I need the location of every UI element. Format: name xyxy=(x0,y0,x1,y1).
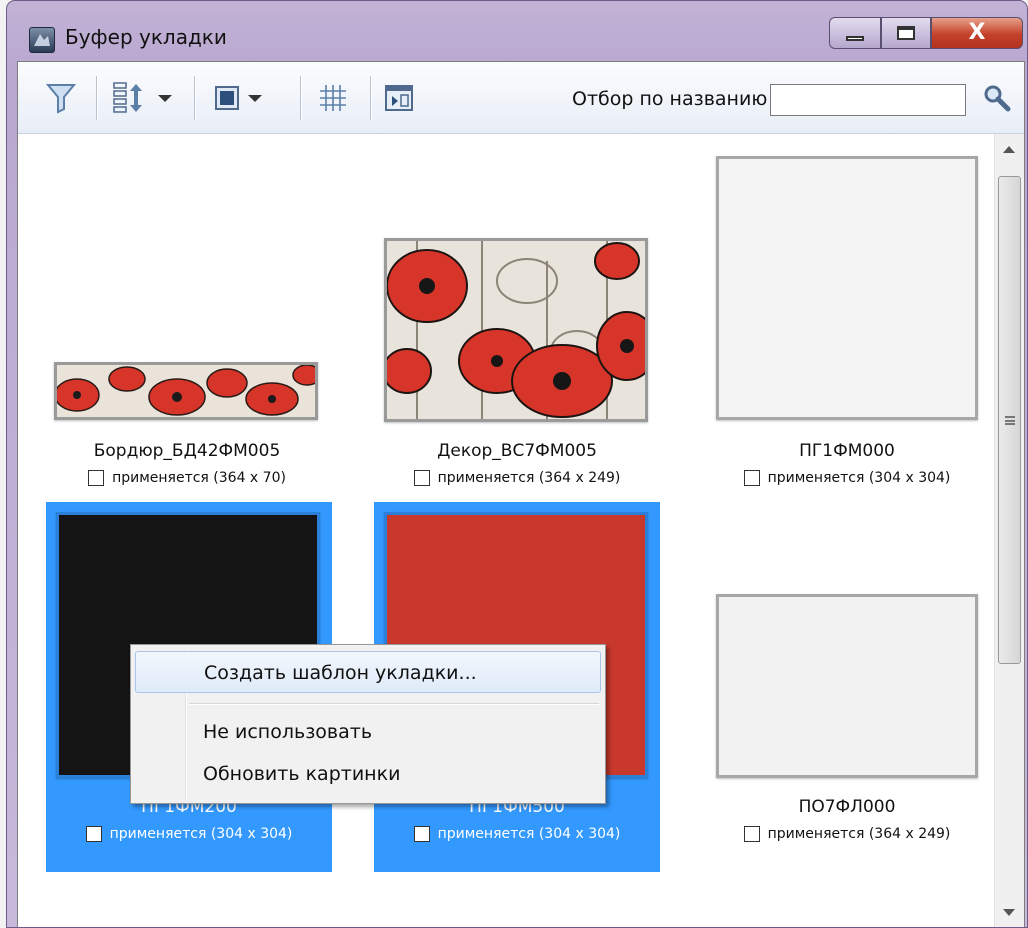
tile-name: ПО7ФЛ000 xyxy=(798,797,896,817)
grid-icon xyxy=(320,85,346,111)
chevron-down-icon xyxy=(248,94,262,102)
tile-info: применяется (364 x 249) xyxy=(704,826,990,842)
app-icon xyxy=(29,27,55,53)
tile-item[interactable]: ПГ1ФМ000 применяется (304 x 304) xyxy=(704,146,990,516)
tile-info: применяется (304 x 304) xyxy=(46,826,332,842)
scroll-down-icon[interactable] xyxy=(1003,909,1015,916)
tile-name: Декор_ВС7ФМ005 xyxy=(437,441,597,461)
tile-info-label: применяется (304 x 304) xyxy=(767,470,951,486)
apply-layout-button[interactable] xyxy=(384,78,414,118)
tile-item[interactable]: Бордюр_БД42ФМ005 применяется (364 x 70) xyxy=(44,146,330,516)
tile-thumbnail xyxy=(716,594,978,778)
apply-checkbox[interactable] xyxy=(413,826,430,842)
close-icon: X xyxy=(968,20,986,45)
tile-info-label: применяется (364 x 249) xyxy=(767,826,951,842)
vertical-scrollbar[interactable] xyxy=(994,134,1024,927)
grip-icon xyxy=(1004,415,1015,425)
menu-item-do-not-use[interactable]: Не использовать xyxy=(135,711,601,753)
apply-checkbox[interactable] xyxy=(85,826,102,842)
view-mode-button[interactable] xyxy=(214,78,262,118)
tile-item[interactable]: ПО7ФЛ000 применяется (364 x 249) xyxy=(704,502,990,872)
title-bar[interactable]: Буфер укладки X xyxy=(7,1,1027,61)
scrollbar-thumb[interactable] xyxy=(998,176,1021,664)
sort-button[interactable] xyxy=(112,78,172,118)
tile-thumbnail xyxy=(54,362,322,420)
menu-item-label: Обновить картинки xyxy=(203,763,401,785)
chevron-down-icon xyxy=(158,94,172,102)
close-button[interactable]: X xyxy=(931,17,1023,49)
tile-info-label: применяется (304 x 304) xyxy=(109,826,293,842)
view-mode-icon xyxy=(215,86,239,110)
search-icon xyxy=(984,85,1011,112)
toolbar: Отбор по названию xyxy=(18,62,1024,134)
tile-item[interactable]: Декор_ВС7ФМ005 применяется (364 x 249) xyxy=(374,146,660,516)
apply-checkbox[interactable] xyxy=(413,470,430,486)
minimize-button[interactable] xyxy=(829,17,881,49)
menu-item-label: Создать шаблон укладки... xyxy=(204,662,477,684)
filter-icon xyxy=(46,84,76,114)
window-title: Буфер укладки xyxy=(65,25,227,49)
tile-thumbnail xyxy=(382,238,658,422)
tile-thumbnail xyxy=(716,156,978,420)
tile-name: ПГ1ФМ000 xyxy=(799,441,895,461)
toolbar-separator xyxy=(96,76,98,120)
toolbar-separator xyxy=(300,76,302,120)
tile-gallery[interactable]: Бордюр_БД42ФМ005 применяется (364 x 70) xyxy=(18,134,994,927)
tile-info-label: применяется (364 x 70) xyxy=(112,470,286,486)
menu-separator xyxy=(189,703,599,705)
apply-checkbox[interactable] xyxy=(743,470,760,486)
tile-info: применяется (304 x 304) xyxy=(704,470,990,486)
apply-checkbox[interactable] xyxy=(743,826,760,842)
search-button[interactable] xyxy=(982,78,1012,118)
filter-button[interactable] xyxy=(46,78,76,118)
toolbar-separator xyxy=(194,76,196,120)
maximize-button[interactable] xyxy=(881,17,931,49)
tile-info: применяется (364 x 249) xyxy=(374,470,660,486)
tile-info: применяется (304 x 304) xyxy=(374,826,660,842)
filter-input[interactable] xyxy=(770,84,966,116)
apply-layout-icon xyxy=(385,85,413,111)
tile-info-label: применяется (364 x 249) xyxy=(437,470,621,486)
menu-item-refresh-images[interactable]: Обновить картинки xyxy=(135,753,601,795)
menu-item-label: Не использовать xyxy=(203,721,373,743)
toolbar-separator xyxy=(370,76,372,120)
tile-name: Бордюр_БД42ФМ005 xyxy=(93,441,281,461)
menu-item-create-template[interactable]: Создать шаблон укладки... xyxy=(135,651,601,693)
apply-checkbox[interactable] xyxy=(88,470,105,486)
tile-info-label: применяется (304 x 304) xyxy=(437,826,621,842)
scroll-up-icon[interactable] xyxy=(1003,146,1015,153)
minimize-icon xyxy=(846,35,864,41)
maximize-icon xyxy=(897,26,915,40)
filter-label: Отбор по названию xyxy=(572,88,768,110)
tile-info: применяется (364 x 70) xyxy=(44,470,330,486)
context-menu: Создать шаблон укладки... Не использоват… xyxy=(130,644,606,804)
grid-button[interactable] xyxy=(318,78,348,118)
sort-icon xyxy=(113,82,142,113)
